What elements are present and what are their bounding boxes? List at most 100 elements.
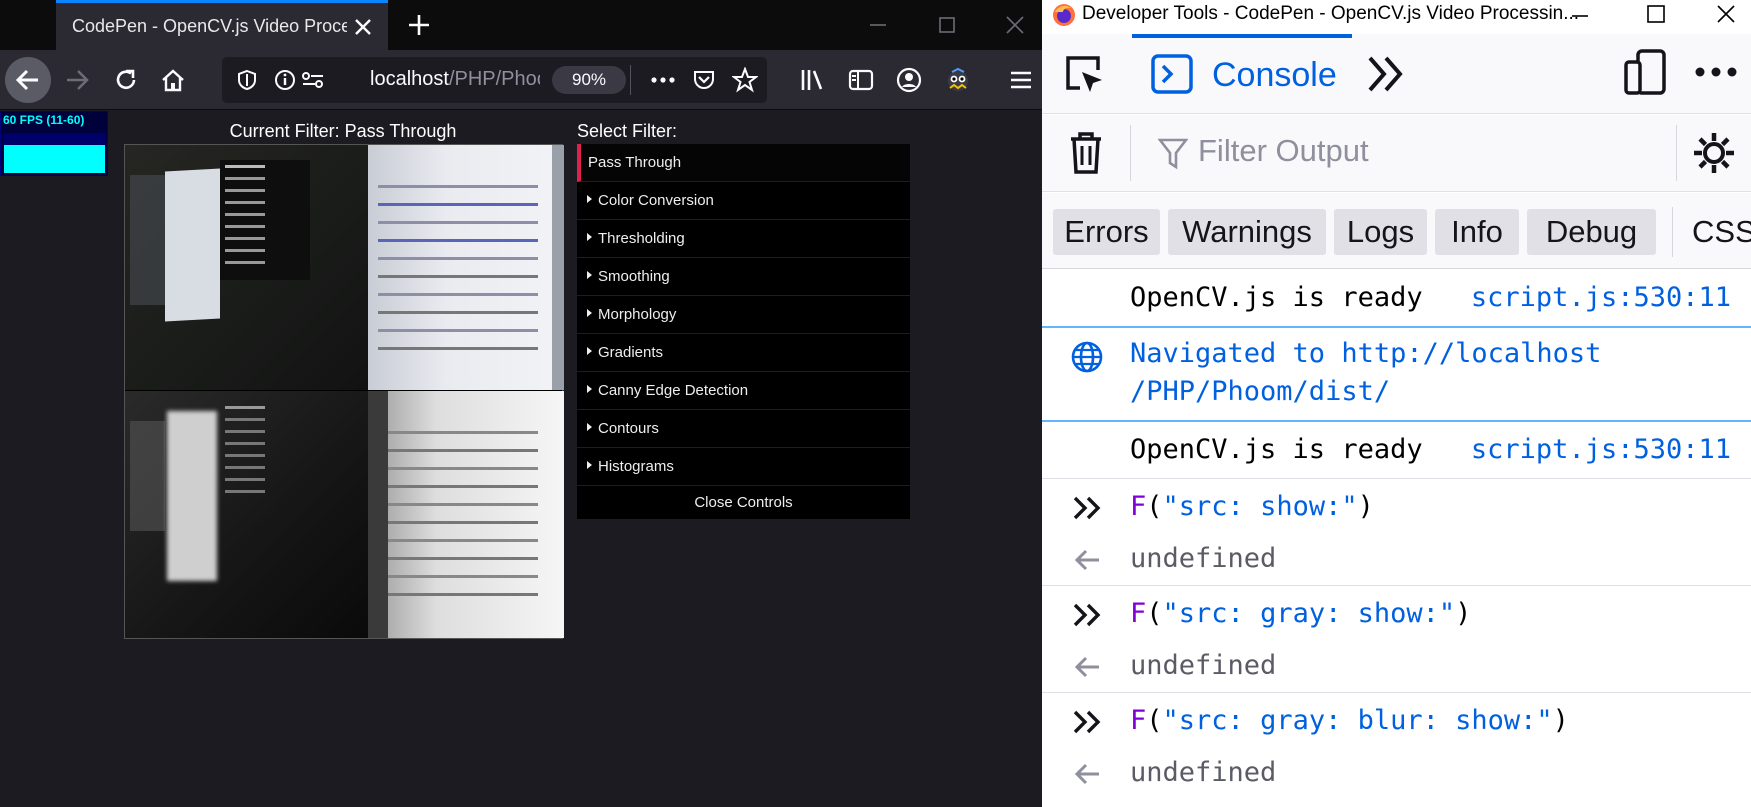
- url-separator: [630, 65, 631, 95]
- home-button[interactable]: [155, 62, 191, 98]
- console-settings-gear-icon[interactable]: [1692, 131, 1736, 175]
- filter-item-morphology[interactable]: Morphology: [577, 296, 910, 334]
- video-dark-panel: [220, 160, 310, 280]
- url-path: /PHP/Phoom/dist/: [448, 68, 540, 90]
- filter-output-input[interactable]: Filter Output: [1198, 133, 1369, 169]
- trash-icon[interactable]: [1068, 131, 1104, 175]
- console-tab-label: Console: [1212, 56, 1337, 94]
- info-icon[interactable]: [274, 69, 296, 91]
- level-info-button[interactable]: Info: [1435, 209, 1519, 255]
- sidebar-icon[interactable]: [843, 62, 879, 98]
- tab-close-icon[interactable]: [352, 16, 374, 38]
- command-argument: "src: show:": [1162, 491, 1358, 522]
- console-message-log: OpenCV.js is ready script.js:530:11: [1042, 422, 1751, 478]
- console-message-navigation: Navigated to http://localhost /PHP/Phoom…: [1042, 326, 1751, 422]
- new-tab-icon[interactable]: [406, 12, 432, 38]
- console-message-text: OpenCV.js is ready: [1130, 434, 1423, 465]
- shield-icon[interactable]: [236, 69, 258, 91]
- levels-divider: [1672, 207, 1673, 257]
- url-host: localhost: [370, 68, 449, 90]
- filter-item-label: Thresholding: [598, 230, 685, 247]
- devtools-window: Developer Tools - CodePen - OpenCV.js Vi…: [1042, 0, 1751, 807]
- element-picker-icon[interactable]: [1062, 52, 1106, 96]
- devtools-maximize-icon[interactable]: [1644, 2, 1668, 26]
- tab-strip: CodePen - OpenCV.js Video Processing: [0, 0, 1042, 50]
- console-message-location[interactable]: script.js:530:11: [1471, 434, 1731, 465]
- expand-triangle-icon: [587, 461, 592, 469]
- navigation-toolbar: localhost/PHP/Phoom/dist/ 90%: [0, 50, 1042, 110]
- command-chevron-icon: [1072, 709, 1104, 735]
- page-content: 60 FPS (11-60) Current Filter: Pass Thro…: [0, 111, 1042, 807]
- devtools-minimize-icon[interactable]: [1568, 4, 1592, 28]
- permissions-icon[interactable]: [301, 69, 325, 91]
- fps-graph: [4, 133, 105, 173]
- console-command: F("src: gray: blur: show:"): [1042, 693, 1751, 749]
- menu-icon[interactable]: [1003, 62, 1039, 98]
- reload-button[interactable]: [108, 62, 144, 98]
- video-frame-gray-left: [125, 391, 368, 638]
- navigation-text-line2: /PHP/Phoom/dist/: [1130, 376, 1391, 407]
- video-blur-shape: [130, 175, 168, 305]
- filter-funnel-icon: [1158, 137, 1188, 171]
- back-button[interactable]: [5, 57, 51, 103]
- expand-triangle-icon: [587, 347, 592, 355]
- video-console-lines-gray: [378, 431, 538, 434]
- zoom-level-badge[interactable]: 90%: [552, 66, 626, 94]
- filter-item-smoothing[interactable]: Smoothing: [577, 258, 910, 296]
- library-icon[interactable]: [795, 62, 831, 98]
- video-screen-shape-gray: [167, 411, 217, 581]
- extension-icon[interactable]: [940, 62, 976, 98]
- devtools-toolbar: Console: [1042, 34, 1751, 114]
- log-level-filters: Errors Warnings Logs Info Debug CSS: [1042, 193, 1751, 269]
- devtools-close-icon[interactable]: [1714, 2, 1738, 26]
- pocket-icon[interactable]: [692, 68, 716, 92]
- tab-console[interactable]: Console: [1132, 34, 1352, 114]
- video-edge-shade-gray: [368, 391, 388, 638]
- bookmark-star-icon[interactable]: [732, 67, 758, 93]
- level-logs-button[interactable]: Logs: [1334, 209, 1427, 255]
- minimize-icon[interactable]: [867, 14, 889, 36]
- filter-item-canny-edge-detection[interactable]: Canny Edge Detection: [577, 372, 910, 410]
- expand-triangle-icon: [587, 385, 592, 393]
- filter-item-gradients[interactable]: Gradients: [577, 334, 910, 372]
- filterbar-divider-right: [1676, 125, 1677, 181]
- page-actions-icon[interactable]: [650, 69, 676, 91]
- filter-item-thresholding[interactable]: Thresholding: [577, 220, 910, 258]
- globe-icon: [1070, 340, 1104, 374]
- close-window-icon[interactable]: [1004, 14, 1026, 36]
- maximize-icon[interactable]: [936, 14, 958, 36]
- level-debug-button[interactable]: Debug: [1527, 209, 1656, 255]
- close-controls-button[interactable]: Close Controls: [577, 486, 910, 519]
- level-errors-button[interactable]: Errors: [1053, 209, 1160, 255]
- devtools-menu-icon[interactable]: [1694, 62, 1738, 82]
- url-text[interactable]: localhost/PHP/Phoom/dist/: [370, 68, 540, 91]
- account-icon[interactable]: [891, 62, 927, 98]
- fps-meter[interactable]: 60 FPS (11-60): [0, 111, 108, 176]
- console-message-location[interactable]: script.js:530:11: [1471, 282, 1731, 313]
- filter-item-histograms[interactable]: Histograms: [577, 448, 910, 486]
- filter-item-contours[interactable]: Contours: [577, 410, 910, 448]
- video-output-grid: [124, 144, 564, 639]
- level-css-button[interactable]: CSS: [1692, 209, 1751, 255]
- tab-title: CodePen - OpenCV.js Video Processing: [72, 16, 347, 36]
- video-text-lines: [225, 165, 265, 168]
- filter-item-label: Smoothing: [598, 268, 670, 285]
- console-result: undefined: [1042, 535, 1751, 585]
- filter-item-color-conversion[interactable]: Color Conversion: [577, 182, 910, 220]
- url-bar[interactable]: localhost/PHP/Phoom/dist/ 90%: [222, 57, 767, 103]
- console-result: undefined: [1042, 749, 1751, 799]
- level-warnings-button[interactable]: Warnings: [1168, 209, 1326, 255]
- filter-item-pass-through[interactable]: Pass Through: [577, 144, 910, 182]
- more-tools-chevron-icon[interactable]: [1364, 52, 1408, 96]
- filter-item-label: Contours: [598, 420, 659, 437]
- command-function: F: [1130, 491, 1147, 522]
- expand-triangle-icon: [587, 195, 592, 203]
- tab-codepen[interactable]: CodePen - OpenCV.js Video Processing: [56, 0, 388, 50]
- responsive-design-icon[interactable]: [1622, 48, 1668, 96]
- forward-button[interactable]: [59, 62, 95, 98]
- expand-triangle-icon: [587, 309, 592, 317]
- command-text: F("src: gray: blur: show:"): [1130, 705, 1569, 736]
- result-text: undefined: [1130, 543, 1277, 574]
- console-result: undefined: [1042, 642, 1751, 692]
- fps-label: 60 FPS (11-60): [3, 113, 85, 127]
